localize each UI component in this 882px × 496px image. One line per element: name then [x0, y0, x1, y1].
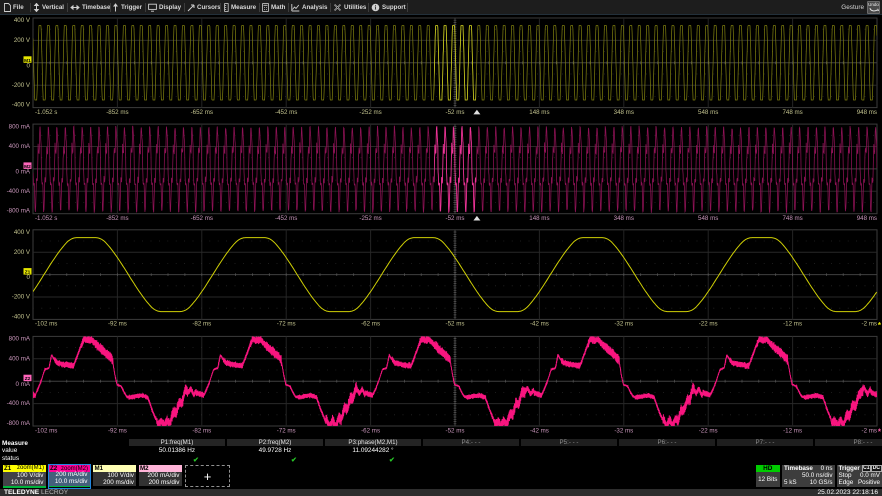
svg-text:-852 ms: -852 ms	[106, 215, 128, 222]
svg-text:-400 mA: -400 mA	[7, 188, 31, 195]
svg-text:-42 ms: -42 ms	[530, 321, 549, 328]
svg-text:-32 ms: -32 ms	[614, 321, 633, 328]
svg-text:948 ms: 948 ms	[857, 109, 877, 116]
svg-text:-200 V: -200 V	[12, 294, 31, 301]
svg-text:-62 ms: -62 ms	[361, 321, 380, 328]
svg-text:-652 ms: -652 ms	[191, 109, 213, 116]
svg-text:-400 mA: -400 mA	[7, 400, 31, 407]
svg-text:548 ms: 548 ms	[698, 215, 718, 222]
svg-text:*: *	[878, 428, 882, 437]
svg-text:-800 mA: -800 mA	[7, 208, 31, 215]
svg-text:148 ms: 148 ms	[529, 215, 549, 222]
svg-text:-42 ms: -42 ms	[530, 427, 549, 434]
svg-text:748 ms: 748 ms	[782, 215, 802, 222]
svg-text:-2 ms: -2 ms	[862, 427, 877, 434]
svg-text:-800 mA: -800 mA	[7, 420, 31, 427]
svg-text:0 mA: 0 mA	[16, 381, 31, 388]
svg-text:200 V: 200 V	[14, 37, 31, 44]
svg-text:0 mA: 0 mA	[16, 169, 31, 176]
svg-text:-1.052 s: -1.052 s	[35, 109, 57, 116]
svg-text:-92 ms: -92 ms	[108, 321, 127, 328]
svg-text:348 ms: 348 ms	[614, 215, 634, 222]
svg-text:-200 V: -200 V	[12, 82, 31, 89]
svg-text:200 V: 200 V	[14, 249, 31, 256]
svg-text:-12 ms: -12 ms	[783, 321, 802, 328]
svg-text:-82 ms: -82 ms	[192, 321, 211, 328]
svg-text:-62 ms: -62 ms	[361, 427, 380, 434]
svg-text:148 ms: 148 ms	[529, 109, 549, 116]
svg-text:-82 ms: -82 ms	[192, 427, 211, 434]
svg-text:-102 ms: -102 ms	[35, 321, 57, 328]
svg-text:-1.052 s: -1.052 s	[35, 215, 57, 222]
svg-text:800 mA: 800 mA	[9, 123, 31, 130]
svg-text:*: *	[878, 321, 882, 330]
svg-text:-252 ms: -252 ms	[359, 215, 381, 222]
svg-text:-252 ms: -252 ms	[359, 109, 381, 116]
svg-text:748 ms: 748 ms	[782, 109, 802, 116]
svg-text:0: 0	[27, 62, 31, 69]
svg-text:-52 ms: -52 ms	[446, 321, 465, 328]
svg-text:-400 V: -400 V	[12, 313, 31, 320]
svg-text:-72 ms: -72 ms	[277, 321, 296, 328]
svg-text:400 V: 400 V	[14, 229, 31, 236]
svg-text:-452 ms: -452 ms	[275, 109, 297, 116]
svg-text:-32 ms: -32 ms	[614, 427, 633, 434]
svg-text:-12 ms: -12 ms	[783, 427, 802, 434]
svg-text:800 mA: 800 mA	[9, 336, 31, 343]
svg-text:-400 V: -400 V	[12, 102, 31, 109]
svg-text:400 V: 400 V	[14, 17, 31, 24]
svg-text:400 mA: 400 mA	[9, 143, 31, 150]
svg-text:-52 ms: -52 ms	[446, 215, 465, 222]
svg-text:948 ms: 948 ms	[857, 215, 877, 222]
svg-text:-92 ms: -92 ms	[108, 427, 127, 434]
svg-text:-2 ms: -2 ms	[862, 321, 877, 328]
svg-text:-52 ms: -52 ms	[446, 427, 465, 434]
svg-text:348 ms: 348 ms	[614, 109, 634, 116]
svg-text:-72 ms: -72 ms	[277, 427, 296, 434]
svg-text:-102 ms: -102 ms	[35, 427, 57, 434]
svg-text:548 ms: 548 ms	[698, 109, 718, 116]
svg-text:-852 ms: -852 ms	[106, 109, 128, 116]
svg-text:-452 ms: -452 ms	[275, 215, 297, 222]
svg-text:-52 ms: -52 ms	[446, 109, 465, 116]
svg-text:0: 0	[27, 274, 31, 281]
svg-text:-652 ms: -652 ms	[191, 215, 213, 222]
svg-text:-22 ms: -22 ms	[699, 427, 718, 434]
svg-text:-22 ms: -22 ms	[699, 321, 718, 328]
svg-text:400 mA: 400 mA	[9, 355, 31, 362]
